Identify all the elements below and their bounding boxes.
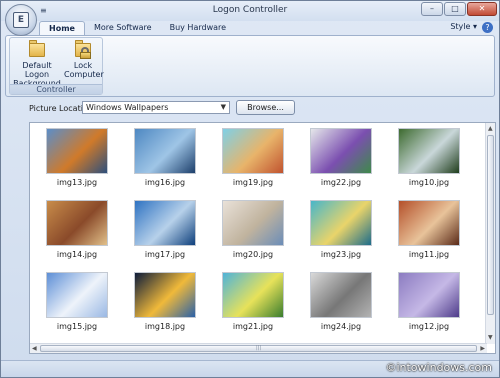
thumbnail-filename: img13.jpg [56,178,98,187]
thumbnail-image [222,128,284,174]
vertical-scroll-thumb[interactable] [487,135,494,315]
folder-icon [28,39,46,59]
thumbnail-item[interactable]: img22.jpg [310,128,372,187]
thumbnail-image [310,128,372,174]
thumbnail-item[interactable]: img13.jpg [46,128,108,187]
quick-access-toolbar-icon[interactable]: ≡ [40,6,47,15]
window-controls: – □ ✕ [420,2,497,16]
vertical-scrollbar[interactable]: ▲ ▼ [485,123,495,344]
thumbnail-filename: img21.jpg [232,322,274,331]
thumbnail-image [398,128,460,174]
thumbnail-image [222,272,284,318]
ribbon-tabs: Home More Software Buy Hardware [39,21,235,35]
thumbnail-item[interactable]: img21.jpg [222,272,284,331]
application-menu-button[interactable]: E [5,4,37,36]
button-label-line2: Computer [64,70,104,79]
lock-computer-button[interactable]: Lock Computer [64,39,104,79]
thumbnail-image [134,128,196,174]
thumbnail-item[interactable]: img19.jpg [222,128,284,187]
button-label-line1: Default Logon [22,61,52,79]
thumbnail-image [310,200,372,246]
thumbnail-filename: img17.jpg [144,250,186,259]
scroll-right-icon[interactable]: ▶ [480,345,485,352]
ribbon-panel: Default Logon Background Lock Computer C… [5,35,495,97]
thumbnail-image [134,272,196,318]
thumbnail-filename: img22.jpg [320,178,362,187]
thumbnail-filename: img12.jpg [408,322,450,331]
thumbnail-image [46,272,108,318]
horizontal-scroll-thumb[interactable]: ||| [40,345,477,352]
minimize-button[interactable]: – [421,2,443,16]
thumbnail-image [310,272,372,318]
thumbnail-image [398,200,460,246]
thumbnail-filename: img18.jpg [144,322,186,331]
thumbnail-item[interactable]: img15.jpg [46,272,108,331]
button-label-line1: Lock [73,61,93,70]
thumbnail-image [222,200,284,246]
maximize-button[interactable]: □ [444,2,466,16]
thumbnail-item[interactable]: img24.jpg [310,272,372,331]
thumbnail-filename: img19.jpg [232,178,274,187]
thumbnail-filename: img16.jpg [144,178,186,187]
tab-home[interactable]: Home [39,21,85,35]
picture-location-select[interactable]: Windows Wallpapers ▼ [82,101,230,114]
thumbnail-item[interactable]: img18.jpg [134,272,196,331]
thumbnail-filename: img24.jpg [320,322,362,331]
selected-value: Windows Wallpapers [86,103,169,112]
thumbnail-item[interactable]: img12.jpg [398,272,460,331]
thumbnail-image [46,128,108,174]
help-icon[interactable]: ? [482,22,493,33]
tab-more-software[interactable]: More Software [85,21,161,35]
default-logon-background-button[interactable]: Default Logon Background [12,39,62,88]
scroll-left-icon[interactable]: ◀ [32,345,37,352]
thumbnail-item[interactable]: img20.jpg [222,200,284,259]
thumbnail-image [134,200,196,246]
lock-icon [74,39,92,59]
image-gallery: img13.jpg img16.jpg img19.jpg img22.jpg img1… [29,122,496,354]
chevron-down-icon: ▼ [220,103,226,111]
thumbnail-image [46,200,108,246]
scroll-down-icon[interactable]: ▼ [488,334,493,341]
thumbnail-item[interactable]: img14.jpg [46,200,108,259]
app-window: Logon Controller ≡ – □ ✕ E Home More Sof… [0,0,500,378]
thumbnail-item[interactable]: img10.jpg [398,128,460,187]
thumbnail-filename: img14.jpg [56,250,98,259]
title-bar: Logon Controller ≡ – □ ✕ [1,1,499,21]
thumbnail-item[interactable]: img11.jpg [398,200,460,259]
thumbnail-filename: img10.jpg [408,178,450,187]
browse-button[interactable]: Browse... [236,100,295,115]
controller-group: Default Logon Background Lock Computer C… [9,37,104,95]
thumbnail-filename: img20.jpg [232,250,274,259]
scroll-up-icon[interactable]: ▲ [488,125,493,132]
style-menu[interactable]: Style ▾ [450,22,477,31]
thumbnail-item[interactable]: img23.jpg [310,200,372,259]
app-logo-icon: E [13,12,29,28]
thumbnail-item[interactable]: img16.jpg [134,128,196,187]
watermark: ©intowindows.com [385,361,492,374]
horizontal-scrollbar[interactable]: ◀ ||| ▶ [30,343,487,353]
thumbnail-filename: img11.jpg [408,250,450,259]
group-label: Controller [10,84,102,94]
thumbnail-filename: img15.jpg [56,322,98,331]
close-button[interactable]: ✕ [467,2,497,16]
thumbnail-image [398,272,460,318]
tab-buy-hardware[interactable]: Buy Hardware [161,21,235,35]
thumbnail-item[interactable]: img17.jpg [134,200,196,259]
thumbnail-filename: img23.jpg [320,250,362,259]
